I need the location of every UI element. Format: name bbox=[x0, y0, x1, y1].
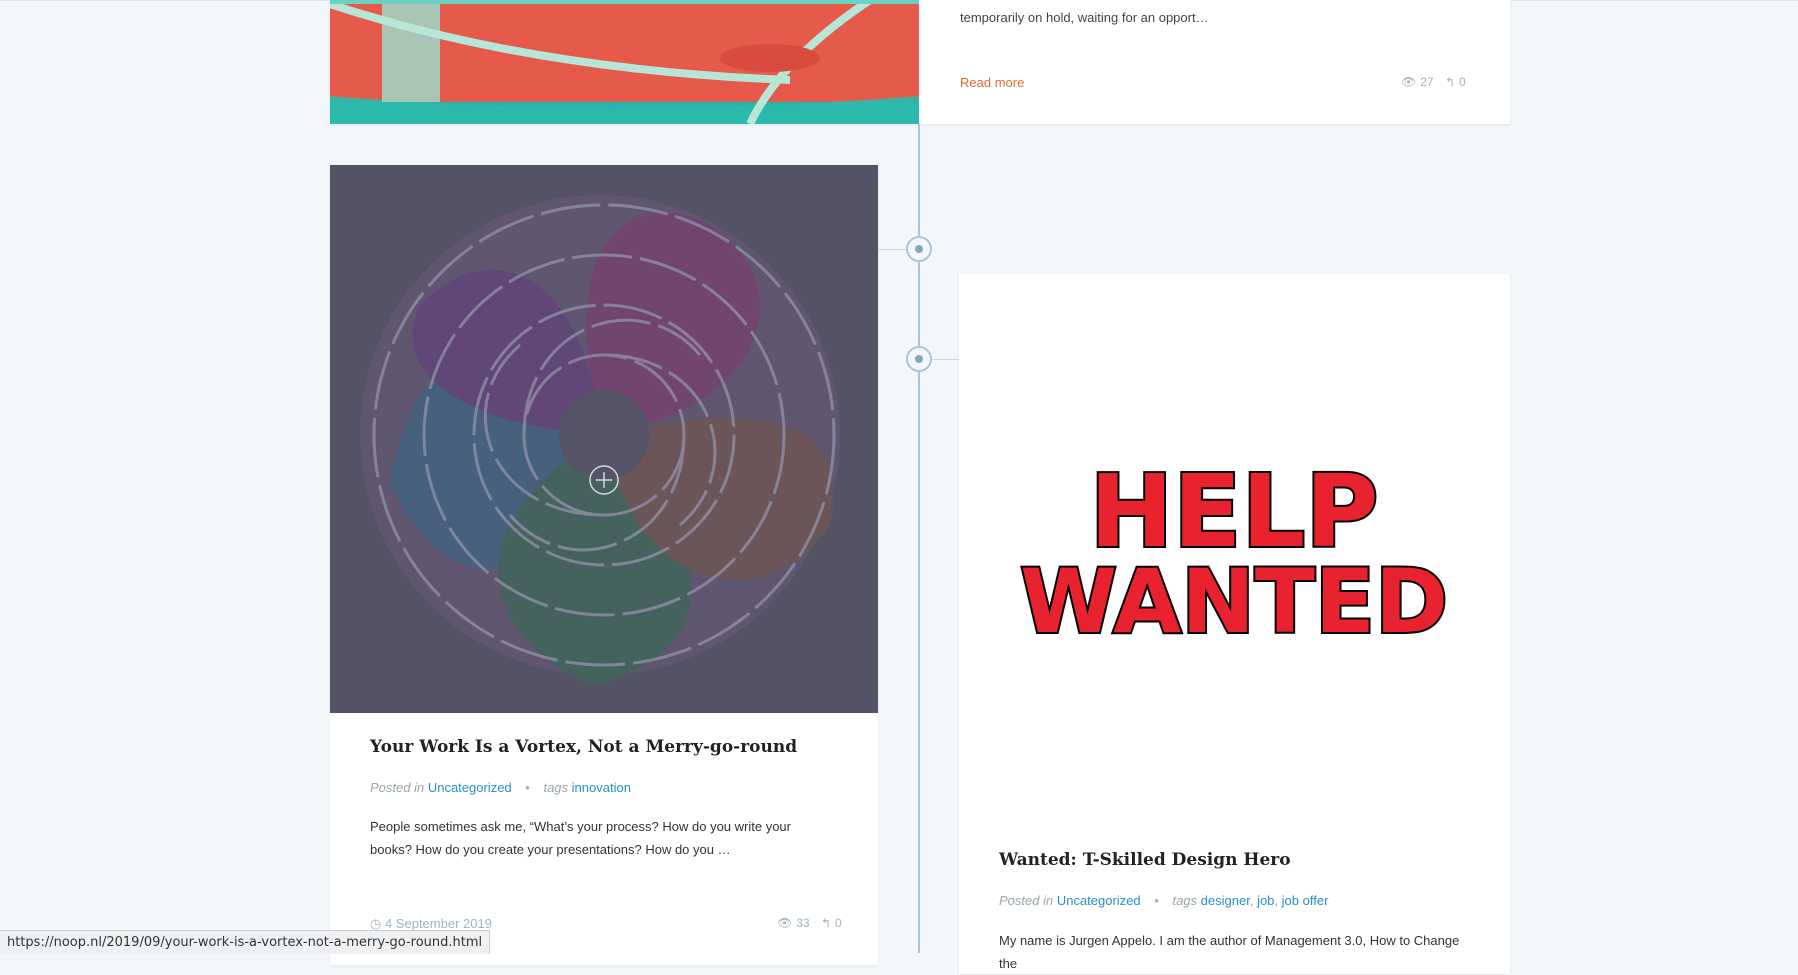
tag-link[interactable]: job offer bbox=[1282, 893, 1329, 908]
post-image-lifebuoy[interactable] bbox=[330, 0, 919, 124]
post-card-top: temporarily on hold, waiting for an oppo… bbox=[330, 0, 1510, 124]
comment-count[interactable]: 0 bbox=[1459, 75, 1466, 89]
category-link[interactable]: Uncategorized bbox=[1057, 893, 1141, 908]
reply-icon[interactable]: ↰ bbox=[821, 916, 831, 930]
tags-label: tags bbox=[543, 780, 569, 795]
post-title[interactable]: Your Work Is a Vortex, Not a Merry-go-ro… bbox=[370, 737, 797, 757]
eye-icon: 👁 bbox=[777, 916, 793, 930]
post-meta: Posted in Uncategorized • tags designer,… bbox=[999, 893, 1329, 908]
eye-icon: 👁 bbox=[1401, 75, 1417, 89]
posted-in-label: Posted in bbox=[999, 893, 1054, 908]
post-image-help-wanted[interactable]: HELP WANTED bbox=[959, 274, 1510, 814]
status-bar-url: https://noop.nl/2019/09/your-work-is-a-v… bbox=[0, 930, 491, 954]
timeline-line bbox=[918, 0, 920, 953]
post-title[interactable]: Wanted: T-Skilled Design Hero bbox=[999, 850, 1291, 870]
view-count: 27 bbox=[1420, 75, 1434, 89]
post-excerpt: My name is Jurgen Appelo. I am the autho… bbox=[999, 933, 1460, 971]
timeline-connector-right bbox=[932, 359, 959, 360]
post-stats: 👁 33 ↰ 0 bbox=[773, 916, 842, 930]
tag-link[interactable]: job bbox=[1257, 893, 1274, 908]
tags-label: tags bbox=[1172, 893, 1198, 908]
clock-icon: ◷ bbox=[370, 916, 382, 931]
timeline-node bbox=[906, 236, 932, 262]
comment-count[interactable]: 0 bbox=[835, 916, 842, 930]
post-image-vortex[interactable] bbox=[330, 165, 878, 713]
view-count: 33 bbox=[796, 916, 810, 930]
read-more-link[interactable]: Read more bbox=[960, 75, 1024, 90]
post-excerpt: People sometimes ask me, “What’s your pr… bbox=[370, 819, 791, 857]
timeline-connector-left bbox=[878, 249, 906, 250]
meta-separator: • bbox=[525, 780, 530, 795]
posted-in-label: Posted in bbox=[370, 780, 425, 795]
timeline-node bbox=[906, 346, 932, 372]
post-card-help-wanted: HELP WANTED Wanted: T-Skilled Design Her… bbox=[959, 274, 1510, 974]
post-excerpt: temporarily on hold, waiting for an oppo… bbox=[960, 10, 1209, 25]
tag-link[interactable]: designer bbox=[1201, 893, 1250, 908]
post-meta: Posted in Uncategorized • tags innovatio… bbox=[370, 780, 631, 795]
date-text: 4 September 2019 bbox=[384, 916, 492, 931]
reply-icon[interactable]: ↰ bbox=[1445, 75, 1455, 89]
category-link[interactable]: Uncategorized bbox=[428, 780, 512, 795]
post-stats: 👁 27 ↰ 0 bbox=[1397, 75, 1466, 89]
post-card-vortex: Your Work Is a Vortex, Not a Merry-go-ro… bbox=[330, 165, 878, 965]
tag-link[interactable]: innovation bbox=[572, 780, 631, 795]
wanted-text: WANTED bbox=[1020, 550, 1448, 653]
meta-separator: • bbox=[1154, 893, 1159, 908]
